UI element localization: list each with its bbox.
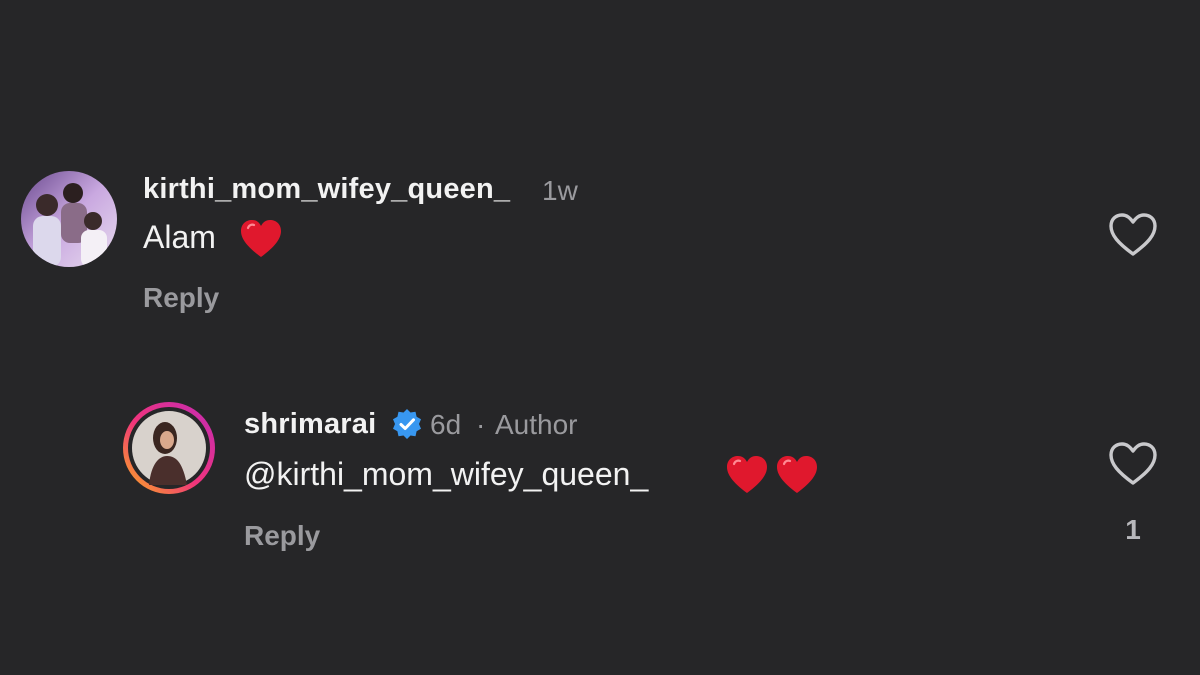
red-heart-emoji [776,455,818,500]
author-label: Author [495,409,578,440]
comment-username[interactable]: shrimarai [244,408,376,441]
comments-screen: kirthi_mom_wifey_queen_ 1w Alam Reply sh… [0,0,1200,675]
red-heart-emoji [726,455,768,500]
red-heart-emoji [240,219,282,264]
reply-button[interactable]: Reply [244,520,320,552]
avatar[interactable] [21,171,117,267]
avatar[interactable] [121,400,217,496]
comment-text: @kirthi_mom_wifey_queen_ [244,456,649,492]
like-heart-icon[interactable] [1108,441,1158,487]
verified-badge-icon [391,408,423,445]
comment-timestamp: 6d [430,409,462,440]
reply-button[interactable]: Reply [143,282,219,314]
comment-username[interactable]: kirthi_mom_wifey_queen_ [143,173,510,206]
like-count: 1 [1125,514,1141,545]
like-heart-icon[interactable] [1108,212,1158,258]
comment-timestamp: 1w [542,175,578,206]
meta-separator: · [476,409,486,440]
comment-text: Alam [143,219,216,255]
